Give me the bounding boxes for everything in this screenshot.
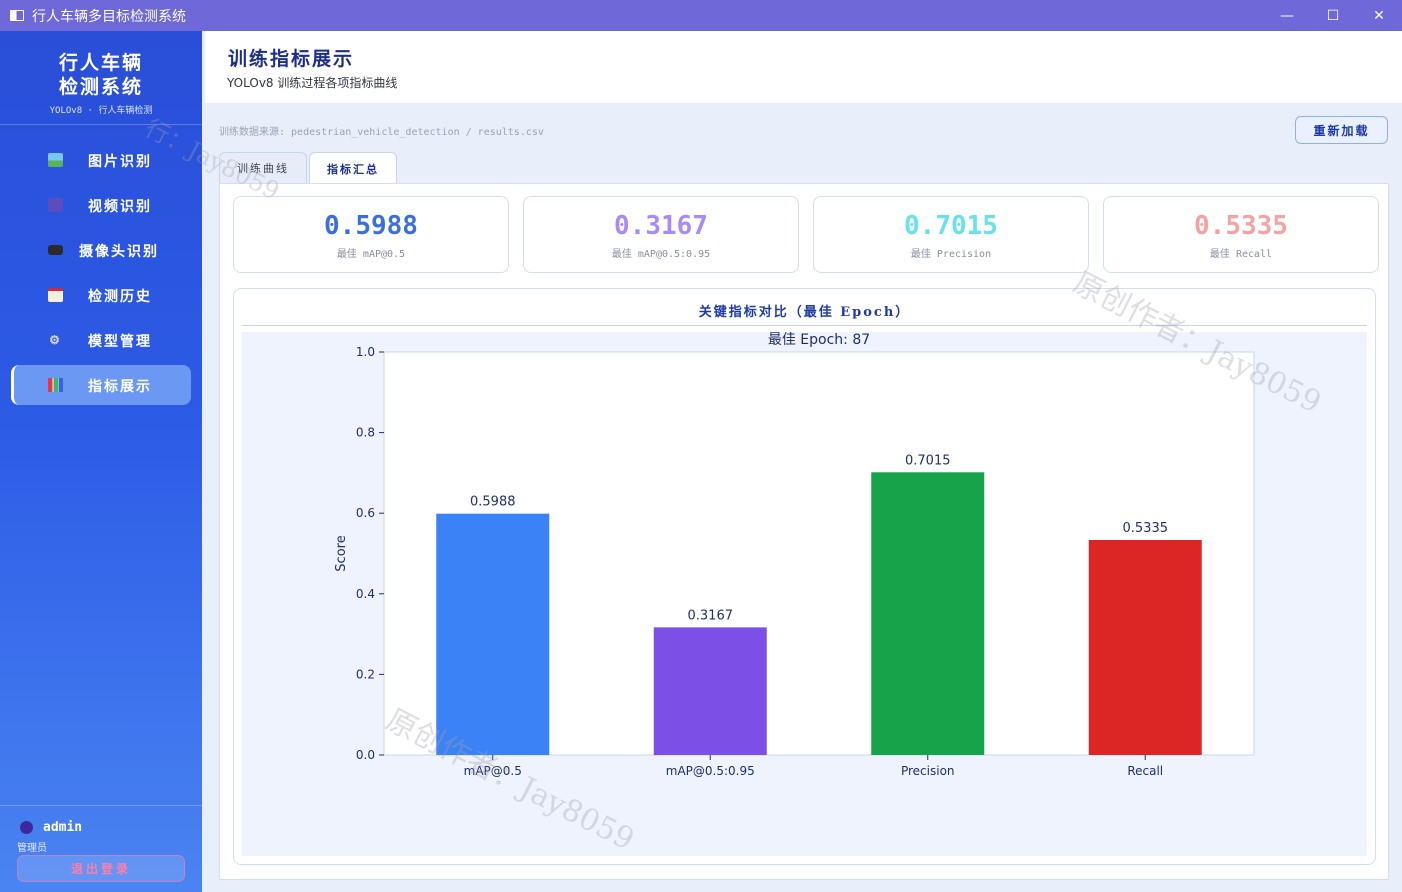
- metric-label: 最佳 Recall: [1209, 249, 1273, 260]
- app-icon: [10, 10, 24, 21]
- user-row: admin: [20, 820, 82, 835]
- data-source-text: 训练数据来源: pedestrian_vehicle_detection / r…: [219, 127, 544, 138]
- user-role: 管理员: [17, 843, 47, 854]
- x-tick-label: Recall: [1127, 764, 1163, 778]
- y-axis-label: Score: [334, 535, 349, 571]
- chart-area: 最佳 Epoch: 87 0.0 0.2 0.4 0.6 0.8 1.0 Score 0.598…: [242, 332, 1367, 856]
- metric-card-precision: 0.7015 最佳 Precision: [813, 196, 1089, 273]
- bar: [1088, 539, 1202, 755]
- reload-button[interactable]: 重新加载: [1295, 116, 1388, 144]
- avatar: [20, 821, 33, 834]
- sidebar-item-label: 摄像头识别: [79, 244, 159, 260]
- y-tick-label: 0.0: [356, 748, 375, 762]
- y-tick-label: 0.6: [356, 506, 375, 520]
- brand-subtitle: YOLOv8 · 行人车辆检测: [49, 106, 153, 116]
- sidebar-item-label: 检测历史: [88, 289, 152, 305]
- metric-cards: 0.5988 最佳 mAP@0.5 0.3167 最佳 mAP@0.5:0.95…: [233, 196, 1379, 273]
- chart-card: 关键指标对比（最佳 Epoch） 最佳 Epoch: 87 0.0 0.2 0.4 0.…: [233, 288, 1376, 865]
- sidebar-item-camera[interactable]: 摄像头识别: [11, 230, 191, 270]
- camera-icon: [48, 245, 63, 255]
- window-titlebar: 行人车辆多目标检测系统 — ☐ ✕: [0, 0, 1402, 31]
- sidebar-item-label: 模型管理: [88, 334, 152, 350]
- history-icon: [48, 288, 63, 302]
- metric-label: 最佳 Precision: [910, 249, 992, 260]
- sidebar-item-history[interactable]: 检测历史: [11, 275, 191, 315]
- bar-chart: 最佳 Epoch: 87 0.0 0.2 0.4 0.6 0.8 1.0 Score 0.598…: [334, 332, 1255, 778]
- brand: 行人车辆 检测系统 YOLOv8 · 行人车辆检测: [0, 31, 202, 125]
- logout-button[interactable]: 退出登录: [17, 855, 185, 882]
- metric-value: 0.5335: [1194, 211, 1288, 241]
- metric-label: 最佳 mAP@0.5:0.95: [611, 249, 711, 260]
- gear-icon: ⚙: [49, 333, 62, 347]
- main-content: 训练指标展示 YOLOv8 训练过程各项指标曲线 训练数据来源: pedestr…: [205, 31, 1402, 892]
- bar: [871, 472, 985, 755]
- y-tick-label: 0.8: [356, 426, 375, 440]
- sidebar-item-metrics[interactable]: 指标展示: [11, 365, 191, 405]
- close-button[interactable]: ✕: [1356, 0, 1402, 31]
- tab-bar: 训练曲线 指标汇总: [219, 152, 399, 184]
- sidebar-item-models[interactable]: ⚙ 模型管理: [11, 320, 191, 360]
- tab-training-curves[interactable]: 训练曲线: [219, 152, 307, 183]
- maximize-button[interactable]: ☐: [1310, 0, 1356, 31]
- tab-metrics-summary[interactable]: 指标汇总: [309, 152, 397, 184]
- bar-value-label: 0.7015: [905, 453, 951, 468]
- page-subtitle: YOLOv8 训练过程各项指标曲线: [227, 76, 398, 90]
- sidebar-item-label: 指标展示: [88, 379, 152, 395]
- window-controls: — ☐ ✕: [1264, 0, 1402, 31]
- y-tick-label: 0.2: [356, 667, 375, 681]
- bar: [653, 627, 767, 755]
- sidebar-item-label: 图片识别: [88, 154, 152, 170]
- bar-value-label: 0.5335: [1123, 521, 1169, 536]
- metric-card-recall: 0.5335 最佳 Recall: [1103, 196, 1379, 273]
- chart-section-title: 关键指标对比（最佳 Epoch）: [242, 289, 1367, 326]
- minimize-button[interactable]: —: [1264, 0, 1310, 31]
- user-panel: admin 管理员 退出登录: [0, 805, 202, 892]
- bar: [436, 513, 550, 755]
- metric-card-map50-95: 0.3167 最佳 mAP@0.5:0.95: [523, 196, 799, 273]
- chart-title: 最佳 Epoch: 87: [768, 332, 870, 348]
- brand-line-1: 行人车辆: [58, 52, 143, 74]
- image-icon: [48, 153, 63, 167]
- metric-value: 0.3167: [614, 211, 708, 241]
- metric-label: 最佳 mAP@0.5: [336, 249, 406, 260]
- video-icon: [48, 198, 63, 212]
- y-tick-label: 0.4: [356, 587, 375, 601]
- bar-value-label: 0.3167: [688, 608, 734, 623]
- user-name: admin: [43, 820, 83, 835]
- sidebar-nav: 图片识别 视频识别 摄像头识别 检测历史 ⚙ 模型管理 指标展示: [0, 125, 202, 405]
- brand-line-2: 检测系统: [58, 76, 143, 98]
- metric-card-map50: 0.5988 最佳 mAP@0.5: [233, 196, 509, 273]
- bar-value-label: 0.5988: [470, 495, 516, 510]
- metric-value: 0.7015: [904, 211, 998, 241]
- tab-panel: 0.5988 最佳 mAP@0.5 0.3167 最佳 mAP@0.5:0.95…: [219, 183, 1389, 880]
- x-tick-label: Precision: [901, 764, 955, 778]
- sidebar-item-label: 视频识别: [88, 199, 152, 215]
- x-tick-label: mAP@0.5:0.95: [666, 764, 755, 778]
- sidebar-item-video[interactable]: 视频识别: [11, 185, 191, 225]
- sidebar-item-image[interactable]: 图片识别: [11, 140, 191, 180]
- page-header: 训练指标展示 YOLOv8 训练过程各项指标曲线: [205, 31, 1402, 103]
- bar-chart-icon: [48, 378, 63, 392]
- y-tick-label: 1.0: [356, 345, 375, 359]
- page-title: 训练指标展示: [228, 48, 355, 70]
- window-title: 行人车辆多目标检测系统: [32, 8, 186, 25]
- x-tick-label: mAP@0.5: [464, 764, 522, 778]
- metric-value: 0.5988: [324, 211, 418, 241]
- sidebar: 行人车辆 检测系统 YOLOv8 · 行人车辆检测 图片识别 视频识别 摄像头识…: [0, 31, 202, 892]
